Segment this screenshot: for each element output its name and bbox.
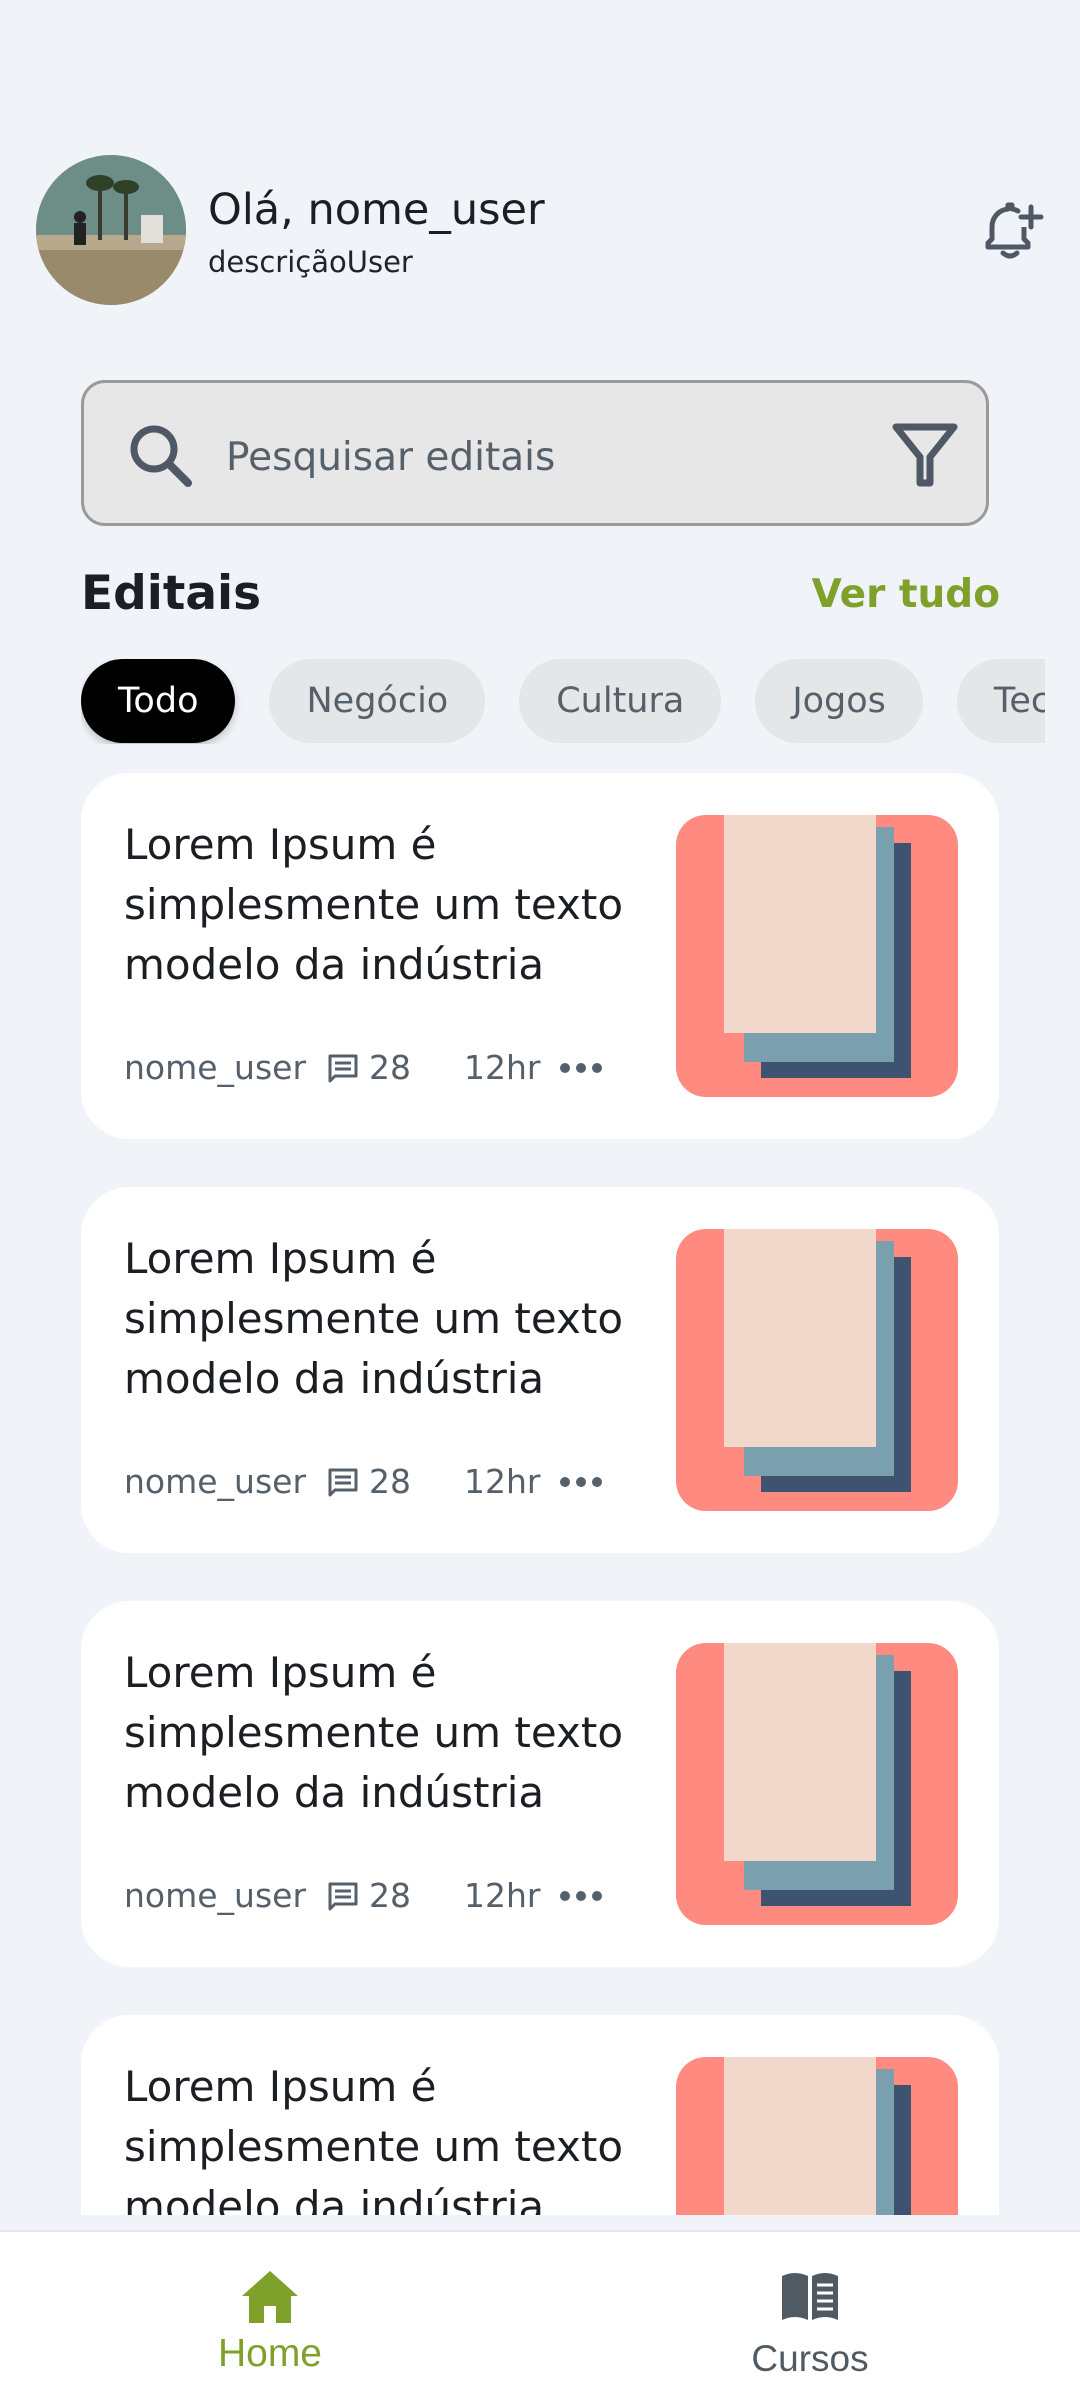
comment-count: 28 [369, 1048, 411, 1087]
user-description: descriçãoUser [208, 245, 413, 279]
comment-icon [328, 1054, 358, 1083]
search-icon [130, 425, 192, 487]
post-thumbnail [676, 815, 958, 1097]
search-input[interactable] [224, 421, 868, 493]
post-title: Lorem Ipsum é simplesmente um texto mode… [124, 1234, 624, 1403]
post-title: Lorem Ipsum é simplesmente um texto mode… [124, 1648, 624, 1817]
paper-stack-image [676, 1643, 958, 1925]
comment-icon [328, 1468, 358, 1497]
comment-count: 28 [369, 1462, 411, 1501]
post-card[interactable]: Lorem Ipsum é simplesmente um texto mode… [81, 1187, 999, 1553]
nav-courses-label: Cursos [751, 2338, 869, 2379]
post-card[interactable]: Lorem Ipsum é simplesmente um texto mode… [81, 2015, 999, 2215]
category-chips: Todo Negócio Cultura Jogos Tecn [81, 659, 1045, 744]
post-author: nome_user [124, 1876, 307, 1915]
chip-tecnologia[interactable]: Tecn [956, 659, 1045, 743]
post-thumbnail [676, 1643, 958, 1925]
more-options-icon[interactable] [558, 1465, 604, 1499]
post-time: 12hr [464, 1048, 541, 1087]
post-thumbnail [676, 2057, 958, 2215]
filter-icon[interactable] [890, 419, 960, 489]
chip-jogos[interactable]: Jogos [755, 659, 923, 743]
paper-stack-image [676, 1229, 958, 1511]
nav-home[interactable]: Home [140, 2232, 400, 2402]
avatar[interactable] [36, 155, 186, 305]
avatar-photo [36, 155, 186, 305]
chip-cultura[interactable]: Cultura [519, 659, 722, 743]
comment-count: 28 [369, 1876, 411, 1915]
more-options-icon[interactable] [558, 1879, 604, 1913]
chip-todo[interactable]: Todo [81, 659, 236, 743]
post-card[interactable]: Lorem Ipsum é simplesmente um texto mode… [81, 1601, 999, 1967]
post-thumbnail [676, 1229, 958, 1511]
post-author: nome_user [124, 1048, 307, 1087]
nav-home-label: Home [217, 2332, 323, 2375]
profile-header: Olá, nome_user descriçãoUser [36, 155, 1046, 305]
comment-icon [328, 1882, 358, 1911]
nav-courses[interactable]: Cursos [680, 2232, 940, 2402]
paper-stack-image [676, 815, 958, 1097]
more-options-icon[interactable] [558, 1051, 604, 1085]
paper-stack-image [676, 2057, 958, 2215]
greeting: Olá, nome_user [208, 185, 545, 235]
home-icon [242, 2271, 298, 2323]
post-title: Lorem Ipsum é simplesmente um texto mode… [124, 2062, 624, 2215]
see-all-link[interactable]: Ver tudo [812, 572, 1000, 617]
bottom-navigation: Home Cursos [0, 2230, 1080, 2402]
search-bar [81, 380, 989, 526]
post-card[interactable]: Lorem Ipsum é simplesmente um texto mode… [81, 773, 999, 1139]
chip-negocio[interactable]: Negócio [269, 659, 486, 743]
post-author: nome_user [124, 1462, 307, 1501]
book-icon [782, 2273, 838, 2320]
section-title: Editais [81, 566, 262, 621]
post-time: 12hr [464, 1462, 541, 1501]
post-title: Lorem Ipsum é simplesmente um texto mode… [124, 820, 624, 989]
bell-plus-icon[interactable] [974, 197, 1046, 269]
post-time: 12hr [464, 1876, 541, 1915]
post-list: Lorem Ipsum é simplesmente um texto mode… [0, 773, 1080, 2215]
